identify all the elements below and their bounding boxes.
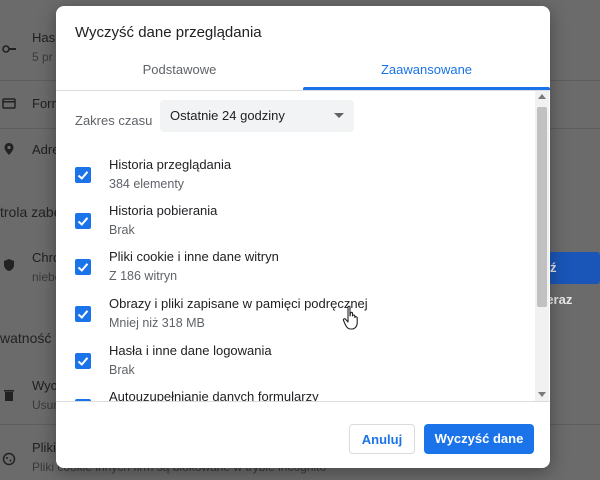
checkmark-icon (77, 263, 89, 272)
checkbox-passwords[interactable] (75, 353, 91, 369)
dropdown-arrow-icon (334, 113, 344, 118)
option-title: Hasła i inne dane logowania (109, 343, 272, 358)
card-icon (2, 98, 16, 109)
checkbox-cookies[interactable] (75, 259, 91, 275)
scroll-up-arrow-icon[interactable] (538, 94, 546, 99)
tab-advanced[interactable]: Zaawansowane (303, 50, 550, 90)
bg-passwords-label: Has (32, 30, 56, 45)
key-icon (2, 45, 16, 53)
option-download-history[interactable]: Historia pobierania Brak (75, 203, 515, 249)
shield-icon (4, 259, 14, 271)
option-passwords[interactable]: Hasła i inne dane logowania Brak (75, 343, 515, 389)
trash-icon (4, 390, 14, 401)
dialog-footer: Anuluj Wyczyść dane (56, 401, 550, 468)
scrollbar-thumb[interactable] (537, 107, 547, 307)
dialog-title: Wyczyść dane przeglądania (75, 24, 262, 41)
option-subtitle: Mniej niż 318 MB (109, 316, 205, 330)
option-browsing-history[interactable]: Historia przeglądania 384 elementy (75, 157, 515, 203)
checkbox-browsing-history[interactable] (75, 167, 91, 183)
dialog-content: Zakres czasu Ostatnie 24 godziny Histori… (56, 91, 550, 401)
option-subtitle: Brak (109, 223, 135, 237)
option-title: Autouzupełnianie danych formularzy (109, 389, 319, 401)
checkmark-icon (77, 217, 89, 226)
bg-section-privacy: watność i (0, 330, 59, 346)
hand-cursor-icon (342, 305, 358, 330)
option-subtitle: 384 elementy (109, 177, 185, 191)
scrollbar[interactable] (535, 91, 549, 401)
time-range-select[interactable]: Ostatnie 24 godziny (160, 100, 354, 132)
bg-cookies-label: Pliki (32, 440, 56, 455)
bg-passwords-sub: 5 pr (32, 50, 53, 64)
clear-browsing-data-dialog: Wyczyść dane przeglądania Podstawowe Zaa… (56, 6, 550, 468)
cookie-icon (2, 452, 16, 466)
checkbox-download-history[interactable] (75, 213, 91, 229)
option-cached-images[interactable]: Obrazy i pliki zapisane w pamięci podręc… (75, 296, 515, 342)
tab-selected-indicator (303, 87, 550, 90)
scroll-down-arrow-icon[interactable] (538, 392, 546, 397)
checkmark-icon (77, 310, 89, 319)
time-range-label: Zakres czasu (75, 113, 153, 128)
option-subtitle: Z 186 witryn (109, 269, 178, 283)
option-title: Obrazy i pliki zapisane w pamięci podręc… (109, 296, 368, 311)
option-title: Historia przeglądania (109, 157, 232, 172)
checkbox-cached-images[interactable] (75, 306, 91, 322)
clear-data-button[interactable]: Wyczyść dane (424, 424, 534, 454)
option-cookies[interactable]: Pliki cookie i inne dane witryn Z 186 wi… (75, 249, 515, 295)
tab-basic[interactable]: Podstawowe (56, 50, 303, 90)
option-title: Pliki cookie i inne dane witryn (109, 249, 279, 264)
cancel-button[interactable]: Anuluj (349, 424, 415, 454)
checkmark-icon (77, 171, 89, 180)
bg-section-safety: trola zabe (0, 204, 62, 220)
location-pin-icon (4, 143, 14, 155)
tab-bar: Podstawowe Zaawansowane (56, 50, 550, 91)
option-autofill[interactable]: Autouzupełnianie danych formularzy (75, 389, 515, 401)
time-range-value: Ostatnie 24 godziny (170, 108, 285, 123)
option-title: Historia pobierania (109, 203, 218, 218)
option-subtitle: Brak (109, 363, 135, 377)
checkmark-icon (77, 357, 89, 366)
